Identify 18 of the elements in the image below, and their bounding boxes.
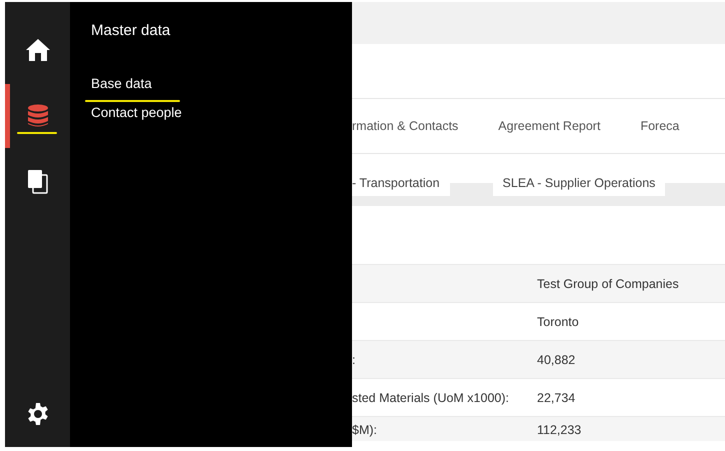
field-value: Toronto <box>537 314 579 328</box>
tab[interactable]: rmation & Contacts <box>352 119 458 133</box>
tab[interactable]: Foreca <box>640 119 680 133</box>
tab[interactable]: Agreement Report <box>498 119 600 133</box>
field-label: $M): <box>352 423 378 437</box>
field-value: 22,734 <box>537 390 576 404</box>
field-value: Test Group of Companies <box>537 276 679 290</box>
field-label: sted Materials (UoM x1000): <box>352 390 510 404</box>
menu-title: Master data <box>91 22 172 39</box>
settings-icon[interactable] <box>26 402 50 426</box>
documents-icon <box>26 169 48 195</box>
field-label: : <box>352 352 356 366</box>
field-value: 112,233 <box>537 423 582 437</box>
field-value: 40,882 <box>537 352 576 366</box>
menu-item[interactable]: Contact people <box>91 105 182 120</box>
menu-item[interactable]: Base data <box>91 76 152 91</box>
home-icon <box>24 38 50 62</box>
database-icon <box>26 104 48 128</box>
